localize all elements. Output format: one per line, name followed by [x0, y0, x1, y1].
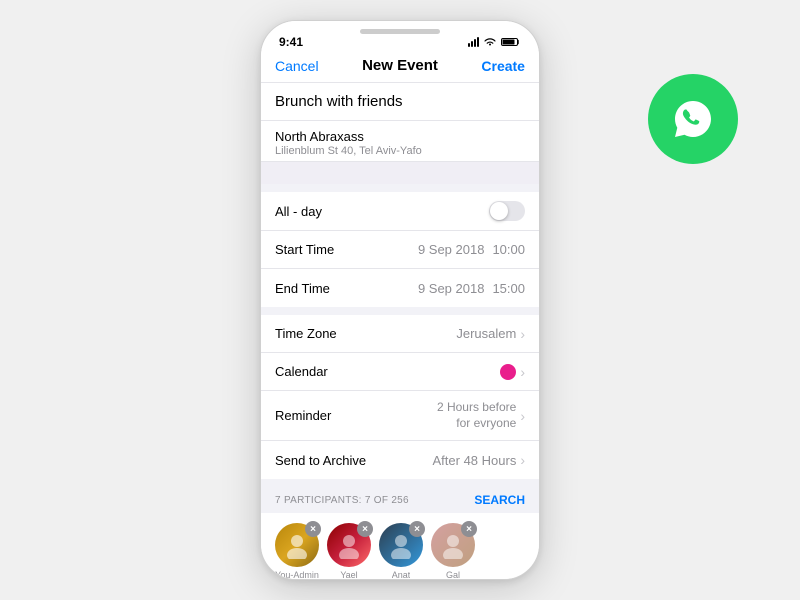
participants-search-button[interactable]: SEARCH: [474, 493, 525, 507]
calendar-chevron: ›: [520, 364, 525, 380]
avatar-wrapper-you: ×: [275, 523, 319, 567]
battery-icon: [501, 37, 521, 47]
avatar-name-yael: Yael: [340, 570, 357, 579]
phone-frame: 9:41: [260, 20, 540, 580]
time-zone-label: Time Zone: [275, 326, 456, 341]
all-day-row: All - day: [261, 192, 539, 231]
reminder-line2: for evryone: [437, 416, 516, 432]
time-zone-row[interactable]: Time Zone Jerusalem ›: [261, 315, 539, 353]
time-zone-chevron: ›: [520, 326, 525, 342]
avatar-name-gal: Gal: [446, 570, 460, 579]
avatar-remove-gal[interactable]: ×: [461, 521, 477, 537]
toggle-knob: [490, 202, 508, 220]
start-time-row[interactable]: Start Time 9 Sep 2018 10:00: [261, 231, 539, 269]
calendar-color-dot: [500, 364, 516, 380]
location-name: North Abraxass: [275, 129, 364, 144]
archive-label: Send to Archive: [275, 453, 433, 468]
avatar-name-you: You-Admin: [275, 570, 319, 579]
nav-bar: Cancel New Event Create: [261, 53, 539, 83]
title-section: Brunch with friends North Abraxass Lilie…: [261, 83, 539, 184]
participants-count: 7 PARTICIPANTS: 7 OF 256: [275, 495, 409, 506]
participants-header: 7 PARTICIPANTS: 7 OF 256 SEARCH: [261, 487, 539, 513]
location-address: Lilienblum St 40, Tel Aviv-Yafo: [275, 145, 422, 157]
reminder-chevron: ›: [520, 408, 525, 424]
whatsapp-logo: [648, 74, 738, 164]
signal-icon: [468, 37, 479, 47]
status-icons: [468, 37, 521, 47]
all-day-label: All - day: [275, 204, 489, 219]
start-time-date: 9 Sep 2018: [418, 242, 485, 257]
reminder-label: Reminder: [275, 408, 437, 423]
avatar-item-you: × You-Admin: [275, 523, 319, 579]
reminder-row[interactable]: Reminder 2 Hours before for evryone ›: [261, 391, 539, 441]
avatar-remove-anat[interactable]: ×: [409, 521, 425, 537]
end-time-row[interactable]: End Time 9 Sep 2018 15:00: [261, 269, 539, 307]
nav-title: New Event: [362, 57, 438, 74]
reminder-line1: 2 Hours before: [437, 400, 516, 416]
calendar-row[interactable]: Calendar ›: [261, 353, 539, 391]
settings-section: Time Zone Jerusalem › Calendar › Reminde…: [261, 315, 539, 479]
archive-value: After 48 Hours: [433, 453, 517, 468]
scroll-content: Brunch with friends North Abraxass Lilie…: [261, 83, 539, 579]
person-icon: [283, 531, 311, 559]
avatar-wrapper-yael: ×: [327, 523, 371, 567]
status-bar: 9:41: [261, 21, 539, 53]
datetime-section: All - day Start Time 9 Sep 2018 10:00 En…: [261, 192, 539, 307]
avatar-remove-yael[interactable]: ×: [357, 521, 373, 537]
avatar-item-anat: × Anat: [379, 523, 423, 579]
person-icon-2: [335, 531, 363, 559]
calendar-label: Calendar: [275, 364, 500, 379]
person-icon-4: [439, 531, 467, 559]
status-time: 9:41: [279, 35, 303, 49]
avatar-item-yael: × Yael: [327, 523, 371, 579]
create-button[interactable]: Create: [481, 58, 525, 74]
cancel-button[interactable]: Cancel: [275, 58, 319, 74]
avatar-item-gal: × Gal: [431, 523, 475, 579]
avatars-row-1: × You-Admin × Yael: [261, 513, 539, 579]
start-time-label: Start Time: [275, 242, 418, 257]
start-time-time: 10:00: [492, 242, 525, 257]
person-icon-3: [387, 531, 415, 559]
avatar-name-anat: Anat: [392, 570, 411, 579]
avatar-remove-you[interactable]: ×: [305, 521, 321, 537]
wifi-icon: [483, 37, 497, 47]
archive-row[interactable]: Send to Archive After 48 Hours ›: [261, 441, 539, 479]
end-time-time: 15:00: [492, 281, 525, 296]
event-title-row[interactable]: Brunch with friends: [261, 83, 539, 121]
end-time-label: End Time: [275, 281, 418, 296]
avatar-wrapper-anat: ×: [379, 523, 423, 567]
reminder-value: 2 Hours before for evryone: [437, 400, 516, 431]
time-zone-value: Jerusalem: [456, 326, 516, 341]
location-row[interactable]: North Abraxass Lilienblum St 40, Tel Avi…: [261, 121, 539, 162]
archive-chevron: ›: [520, 452, 525, 468]
avatar-wrapper-gal: ×: [431, 523, 475, 567]
end-time-date: 9 Sep 2018: [418, 281, 485, 296]
color-strip: [261, 162, 539, 184]
all-day-toggle[interactable]: [489, 201, 525, 221]
event-title: Brunch with friends: [275, 93, 403, 110]
